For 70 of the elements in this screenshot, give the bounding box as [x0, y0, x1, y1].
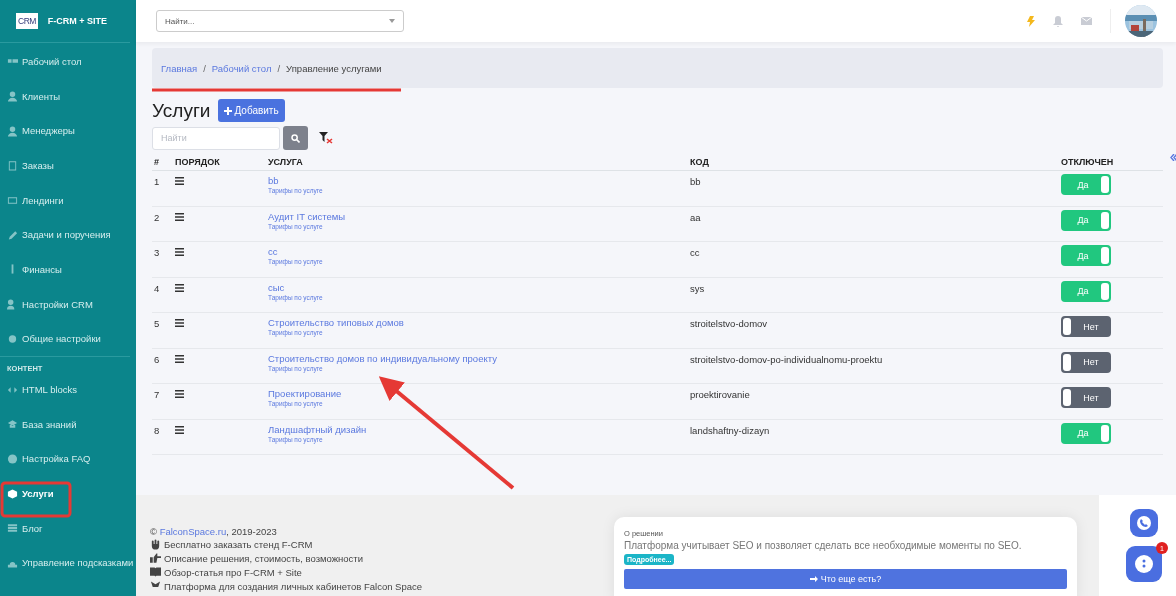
copyright-text: © FalconSpace.ru, 2019-2023: [150, 526, 277, 537]
row-number: 4: [152, 277, 173, 313]
footer-link[interactable]: Описание решения, стоимость, возможности: [164, 553, 363, 565]
row-number: 3: [152, 241, 173, 277]
sidebar-item[interactable]: Финансы: [0, 252, 136, 287]
code-cell: sys: [688, 277, 1059, 313]
service-link[interactable]: Строительство типовых домов: [268, 317, 688, 328]
row-number: 7: [152, 383, 173, 419]
row-number: 6: [152, 348, 173, 384]
service-link[interactable]: cc: [268, 246, 688, 257]
toggle-switch[interactable]: Нет: [1061, 316, 1111, 337]
breadcrumb-link[interactable]: Главная: [161, 62, 198, 74]
sidebar-item[interactable]: Услуги: [0, 476, 136, 511]
sidebar-item[interactable]: Заказы: [0, 148, 136, 183]
page-title: Услуги: [152, 99, 211, 122]
column-header: ОТКЛЮЧЕН: [1059, 157, 1163, 171]
toggle-switch[interactable]: Да: [1061, 174, 1111, 195]
toggle-switch[interactable]: Да: [1061, 245, 1111, 266]
footer-link[interactable]: Обзор-статья про F-CRM + Site: [164, 566, 302, 578]
add-button[interactable]: Добавить: [218, 99, 285, 122]
toggle-switch[interactable]: Да: [1061, 422, 1111, 444]
column-header: КОД: [688, 157, 1059, 171]
service-link[interactable]: Строительство домов по индивидуальному проекту: [268, 352, 688, 364]
toggle-switch[interactable]: Да: [1061, 280, 1111, 302]
service-link[interactable]: Аудит IT системы: [268, 210, 688, 222]
service-link[interactable]: Проектирование: [268, 388, 688, 399]
sidebar-item[interactable]: Лендинги: [0, 182, 136, 218]
breadcrumb-separator: /: [277, 62, 281, 74]
code-cell: cc: [688, 241, 1059, 277]
column-header: #: [152, 157, 173, 171]
service-link[interactable]: bb: [268, 175, 688, 186]
sidebar-item[interactable]: Блог: [0, 510, 136, 546]
breadcrumb-separator: /: [203, 62, 206, 74]
brand-name: F-CRM + SITE: [47, 16, 108, 26]
service-link[interactable]: Ландшафтный дизайн: [268, 423, 688, 435]
service-link[interactable]: сыс: [268, 281, 688, 293]
sidebar-item[interactable]: Настройки CRM: [0, 286, 136, 322]
breadcrumb-link[interactable]: Рабочий стол: [211, 62, 272, 74]
code-cell: bb: [688, 170, 1059, 206]
card-text: Платформа учитывает SEO и позволяет сделать все необходимые моменты по SEO.: [624, 540, 1023, 551]
column-header: ПОРЯДОК: [173, 157, 266, 171]
toggle-switch[interactable]: Да: [1061, 209, 1111, 231]
sidebar-item[interactable]: Общие настройки: [0, 321, 136, 357]
sidebar-item[interactable]: Управление подсказками: [0, 545, 136, 581]
code-cell: stroitelstvo-domov-po-individualnomu-proektu: [688, 348, 1059, 384]
code-cell: landshaftny-dizayn: [688, 419, 1059, 455]
row-number: 8: [152, 419, 173, 455]
sidebar-item[interactable]: База знаний: [0, 406, 136, 442]
sidebar-item[interactable]: Задачи и поручения: [0, 217, 136, 253]
column-header: УСЛУГА: [266, 157, 688, 171]
row-number: 5: [152, 312, 173, 348]
row-number: 1: [152, 170, 173, 206]
sidebar-item[interactable]: HTML blocks: [0, 372, 136, 407]
breadcrumb-current: Управление услугами: [286, 62, 382, 74]
code-cell: proektirovanie: [688, 383, 1059, 419]
code-cell: aa: [688, 206, 1059, 242]
sidebar-item[interactable]: Клиенты: [0, 78, 136, 114]
search-select[interactable]: Найти...: [156, 10, 404, 32]
row-number: 2: [152, 206, 173, 242]
footer-link[interactable]: Бесплатно заказать стенд F-CRM: [164, 539, 313, 551]
logo: CRM: [16, 13, 38, 29]
sidebar-item[interactable]: Менеджеры: [0, 113, 136, 149]
code-cell: stroitelstvo-domov: [688, 312, 1059, 348]
search-field[interactable]: Найти: [152, 126, 280, 150]
footer-link[interactable]: Платформа для создания личных кабинетов Falcon Space: [164, 580, 423, 592]
sidebar-item[interactable]: Рабочий стол: [0, 44, 136, 79]
toggle-switch[interactable]: Нет: [1061, 351, 1111, 373]
sidebar-item[interactable]: Настройка FAQ: [0, 441, 136, 477]
more-button[interactable]: Что еще есть?: [624, 569, 1067, 589]
toggle-switch[interactable]: Нет: [1061, 387, 1111, 408]
